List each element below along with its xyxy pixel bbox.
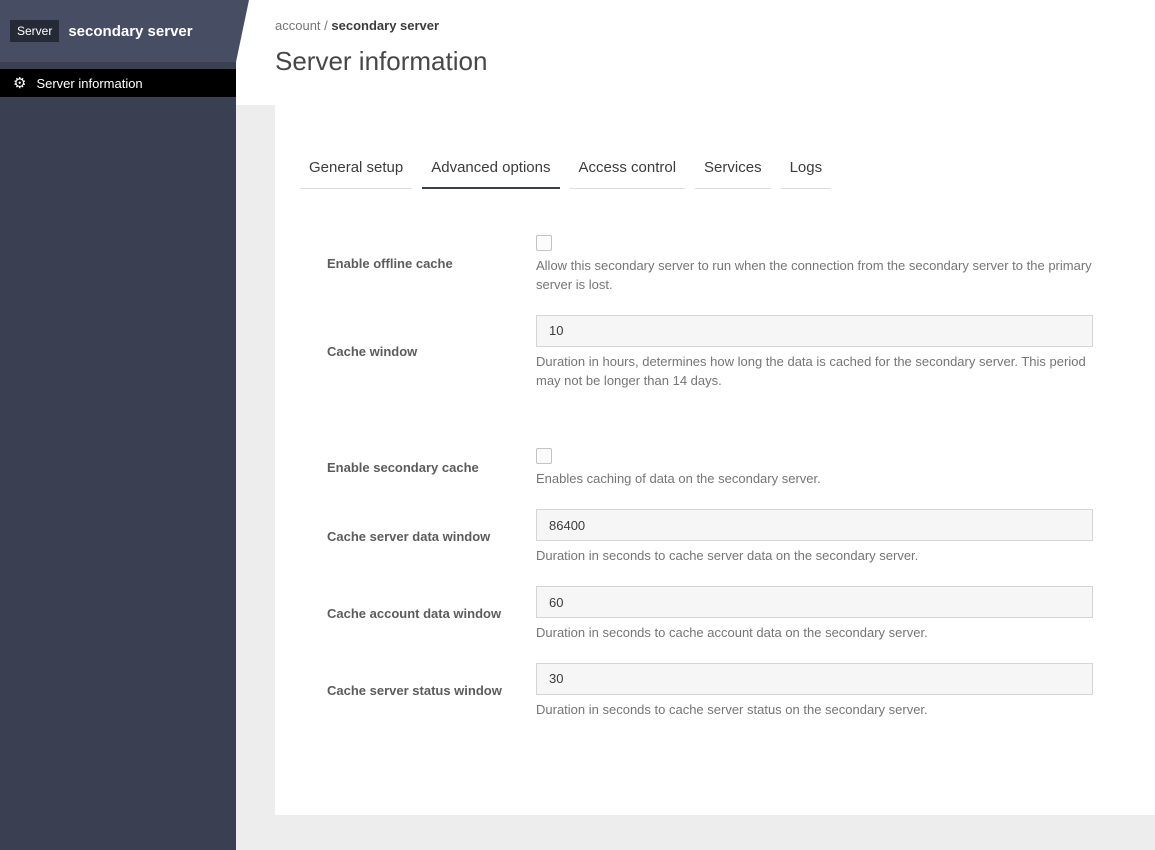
form-row-cache-server-status-window: Cache server status window Duration in se… — [300, 662, 1155, 720]
breadcrumb-separator: / — [320, 18, 332, 33]
form-row-enable-secondary-cache: Enable secondary cache Enables caching of… — [300, 448, 1155, 489]
sidebar: Server secondary server ⚙ Server informa… — [0, 0, 249, 850]
cache-account-data-window-input[interactable] — [536, 586, 1093, 619]
form-row-cache-window: Cache window Duration in hours, determine… — [300, 314, 1155, 391]
field-label-enable-offline-cache: Enable offline cache — [327, 256, 453, 272]
sidebar-server-name: secondary server — [68, 22, 193, 40]
tab-services[interactable]: Services — [695, 150, 771, 189]
tab-advanced-options[interactable]: Advanced options — [422, 150, 560, 189]
app-window: Server secondary server ⚙ Server informa… — [0, 0, 1155, 850]
field-area-cache-account-data-window: Duration in seconds to cache account dat… — [536, 586, 1093, 643]
enable-offline-cache-checkbox[interactable] — [536, 235, 552, 251]
field-label-enable-secondary-cache: Enable secondary cache — [327, 460, 479, 476]
tab-access-control[interactable]: Access control — [569, 150, 686, 189]
gear-icon: ⚙ — [13, 74, 27, 92]
enable-secondary-cache-checkbox[interactable] — [536, 448, 552, 465]
server-badge: Server — [10, 20, 60, 42]
field-label-cache-account-data-window: Cache account data window — [327, 606, 502, 622]
help-text-cache-server-data-window: Duration in seconds to cache server data… — [536, 548, 919, 564]
field-area-enable-secondary-cache: Enables caching of data on the secondary… — [536, 448, 1093, 489]
field-area-cache-server-data-window: Duration in seconds to cache server data… — [536, 509, 1093, 566]
field-area-enable-offline-cache: Allow this secondary server to run when … — [536, 235, 1093, 295]
field-area-cache-window: Duration in hours, determines how long t… — [536, 314, 1093, 391]
field-label-cache-server-status-window: Cache server status window — [327, 682, 502, 698]
help-text-cache-account-data-window: Duration in seconds to cache account dat… — [536, 625, 928, 641]
sidebar-item-label: Server information — [36, 75, 143, 91]
tabs: General setup Advanced options Access cont… — [300, 150, 1155, 189]
form-row-cache-server-data-window: Cache server data window Duration in seco… — [300, 509, 1155, 566]
form: Enable offline cache Allow this secondary… — [300, 235, 1155, 720]
form-row-cache-account-data-window: Cache account data window Duration in sec… — [300, 586, 1155, 643]
tab-general-setup[interactable]: General setup — [300, 150, 413, 189]
field-area-cache-server-status-window: Duration in seconds to cache server stat… — [536, 662, 1093, 720]
field-label-cache-window: Cache window — [327, 344, 418, 360]
breadcrumb-current: secondary server — [331, 18, 440, 33]
breadcrumb-account-link[interactable]: account — [275, 18, 321, 33]
cache-server-data-window-input[interactable] — [536, 509, 1093, 542]
breadcrumb: account / secondary server — [275, 18, 1155, 33]
field-label-cache-server-data-window: Cache server data window — [327, 529, 491, 545]
form-row-enable-offline-cache: Enable offline cache Allow this secondary… — [300, 235, 1155, 295]
help-text-enable-offline-cache: Allow this secondary server to run when … — [536, 258, 1092, 292]
help-text-cache-window: Duration in hours, determines how long t… — [536, 353, 1086, 388]
cache-window-input[interactable] — [536, 314, 1093, 347]
page-header: account / secondary server Server inform… — [236, 0, 1155, 105]
page-title: Server information — [275, 46, 488, 76]
help-text-cache-server-status-window: Duration in seconds to cache server stat… — [536, 701, 928, 717]
tab-logs[interactable]: Logs — [780, 150, 832, 189]
sidebar-item-server-information[interactable]: ⚙ Server information — [0, 69, 236, 97]
main-content: account / secondary server Server inform… — [236, 0, 1155, 850]
sidebar-header: Server secondary server — [0, 0, 249, 62]
server-info-card: General setup Advanced options Access cont… — [275, 105, 1155, 815]
cache-server-status-window-input[interactable] — [536, 662, 1093, 695]
help-text-enable-secondary-cache: Enables caching of data on the secondary… — [536, 471, 821, 487]
